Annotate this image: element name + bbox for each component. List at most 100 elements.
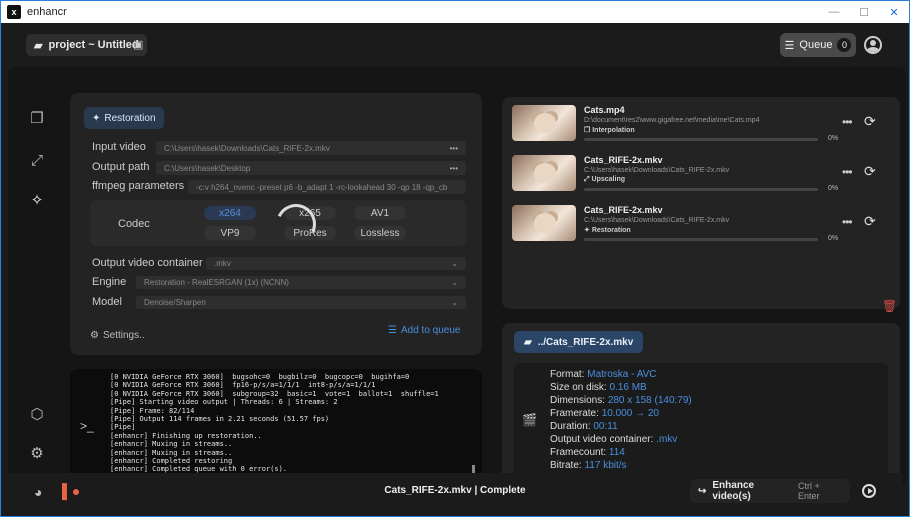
output-container-value: .mkv	[656, 434, 678, 445]
model-value: Denoise/Sharpen	[144, 298, 206, 307]
close-icon[interactable]: ✕	[879, 1, 909, 23]
queue-item-type: ✦ Restoration	[584, 226, 631, 234]
bitrate-value: 117 kbit/s	[584, 460, 627, 471]
format-value: Matroska - AVC	[587, 369, 657, 380]
media-info-panel: ▰ ../Cats_RIFE-2x.mkv 🎬 Format: Matroska…	[502, 323, 900, 485]
progress-bar	[584, 238, 818, 241]
queue-item[interactable]: Cats.mp4 D:\document\res2\www.gigafree.n…	[512, 105, 892, 145]
browse-output-icon[interactable]: •••	[450, 164, 458, 173]
more-options-icon[interactable]: •••	[842, 115, 853, 129]
dimensions-label: Dimensions:	[550, 395, 606, 406]
queue-item-type: ❐ Interpolation	[584, 126, 635, 134]
progress-bar	[584, 188, 818, 191]
input-video-field[interactable]: C:\Users\hasek\Downloads\Cats_RIFE-2x.mk…	[156, 141, 466, 155]
project-button[interactable]: ▰ project ~ Untitled	[26, 34, 147, 56]
queue-item-name: Cats.mp4	[584, 105, 625, 115]
trash-icon[interactable]: 🗑	[882, 299, 897, 313]
framecount-label: Framecount:	[550, 447, 607, 458]
more-options-icon[interactable]: •••	[842, 215, 853, 229]
codec-vp9[interactable]: VP9	[204, 226, 256, 240]
app-logo-icon: x	[7, 5, 21, 19]
account-avatar-icon[interactable]	[864, 36, 882, 54]
size-row: Size on disk: 0.16 MB	[550, 382, 647, 393]
queue-item-name: Cats_RIFE-2x.mkv	[584, 205, 663, 215]
output-path-label: Output path	[92, 161, 150, 173]
duration-row: Duration: 00:11	[550, 421, 618, 432]
window-title: enhancr	[27, 6, 67, 18]
refresh-icon[interactable]: ⟳	[864, 113, 876, 130]
enhance-shortcut: Ctrl + Enter	[798, 481, 820, 501]
bitrate-label: Bitrate:	[550, 460, 582, 471]
output-path-value: C:\Users\hasek\Desktop	[164, 163, 251, 173]
progress-percent: 0%	[828, 235, 839, 242]
maximize-icon[interactable]: ☐	[849, 1, 879, 23]
size-value: 0.16 MB	[609, 382, 647, 393]
settings-label: Settings..	[102, 330, 145, 341]
bitrate-row: Bitrate: 117 kbit/s	[550, 460, 627, 471]
output-path-field[interactable]: C:\Users\hasek\Desktop •••	[156, 161, 466, 175]
bottom-bar: ◕ ▌● Cats_RIFE-2x.mkv | Complete ↪ Enhan…	[8, 473, 902, 511]
queue-item-path: D:\document\res2\www.gigafree.net\media\…	[584, 117, 760, 124]
duration-value: 00:11	[593, 421, 618, 432]
file-name-tag[interactable]: ▰ ../Cats_RIFE-2x.mkv	[514, 331, 644, 353]
magic-wand-icon: ✦	[584, 227, 592, 234]
refresh-icon[interactable]: ⟳	[864, 163, 876, 180]
queue-item-type: ⤢ Upscaling	[584, 176, 625, 184]
framerate-row: Framerate: 10.000 → 20	[550, 408, 659, 419]
terminal-icon: >_	[80, 419, 94, 433]
ffmpeg-params-field[interactable]: -c:v h264_nvenc -preset p6 -b_adapt 1 -r…	[188, 180, 466, 194]
console-output: [0 NVIDIA GeForce RTX 3060] bugsohc=0 bu…	[110, 373, 439, 474]
queue-item[interactable]: Cats_RIFE-2x.mkv C:\Users\hasek\Download…	[512, 205, 892, 245]
restoration-nav-icon[interactable]: ✧	[28, 191, 46, 209]
container-select[interactable]: .mkv ⌄	[206, 257, 466, 270]
film-icon: 🎬	[522, 413, 537, 427]
queue-item-path: C:\Users\hasek\Downloads\Cats_RIFE-2x.mk…	[584, 217, 730, 224]
upscaling-nav-icon[interactable]: ⤢	[28, 151, 46, 169]
add-to-queue-label: Add to queue	[400, 325, 461, 336]
container-label: Output video container	[92, 257, 203, 269]
queue-item[interactable]: Cats_RIFE-2x.mkv C:\Users\hasek\Download…	[512, 155, 892, 195]
add-to-queue-button[interactable]: ☰ Add to queue	[388, 325, 460, 336]
model-select[interactable]: Denoise/Sharpen ⌄	[136, 296, 466, 309]
arrow-right-icon: ↪	[698, 485, 707, 497]
top-bar: ▰ project ~ Untitled ▣ ☰ Queue 0	[2, 23, 908, 67]
console-panel: >_ [0 NVIDIA GeForce RTX 3060] bugsohc=0…	[70, 369, 482, 485]
sidebar: ❐ ⤢ ✧ ⬡ ⚙	[8, 67, 60, 487]
engine-value: Restoration - RealESRGAN (1x) (NCNN)	[144, 278, 289, 287]
model-label: Model	[92, 296, 122, 308]
file-name-label: ../Cats_RIFE-2x.mkv	[537, 336, 634, 348]
refresh-icon[interactable]: ⟳	[864, 213, 876, 230]
gear-icon: ⚙	[90, 330, 99, 341]
ffmpeg-params-label: ffmpeg parameters	[92, 180, 185, 192]
framerate-value: 10.000 → 20	[601, 408, 659, 419]
video-thumbnail	[512, 205, 576, 241]
input-video-value: C:\Users\hasek\Downloads\Cats_RIFE-2x.mk…	[164, 143, 330, 153]
codec-x264[interactable]: x264	[204, 206, 256, 220]
queue-label: Queue	[799, 39, 833, 51]
enhance-videos-button[interactable]: ↪ Enhance video(s) Ctrl + Enter	[690, 479, 850, 503]
engine-select[interactable]: Restoration - RealESRGAN (1x) (NCNN) ⌄	[136, 276, 466, 289]
settings-button[interactable]: ⚙ Settings..	[90, 330, 145, 341]
format-label: Format:	[550, 369, 585, 380]
minimize-icon[interactable]: —	[819, 1, 849, 23]
output-container-row: Output video container: .mkv	[550, 434, 677, 445]
format-row: Format: Matroska - AVC	[550, 369, 657, 380]
codec-label: Codec	[118, 218, 150, 230]
queue-count-badge: 0	[837, 38, 852, 52]
settings-nav-icon[interactable]: ⚙	[28, 444, 46, 462]
play-icon[interactable]	[862, 484, 876, 498]
codec-lossless[interactable]: Lossless	[354, 226, 406, 240]
framecount-value: 114	[608, 447, 625, 458]
chevron-down-icon: ⌄	[451, 278, 458, 287]
queue-item-path: C:\Users\hasek\Downloads\Cats_RIFE-2x.mk…	[584, 167, 730, 174]
size-label: Size on disk:	[550, 382, 607, 393]
more-options-icon[interactable]: •••	[842, 165, 853, 179]
progress-percent: 0%	[828, 185, 839, 192]
framerate-label: Framerate:	[550, 408, 599, 419]
models-nav-icon[interactable]: ⬡	[28, 405, 46, 423]
browse-input-icon[interactable]: •••	[450, 144, 458, 153]
queue-button[interactable]: ☰ Queue 0	[780, 33, 856, 57]
interpolation-nav-icon[interactable]: ❐	[28, 109, 46, 127]
codec-av1[interactable]: AV1	[354, 206, 406, 220]
add-folder-icon[interactable]: ▣	[133, 38, 147, 51]
